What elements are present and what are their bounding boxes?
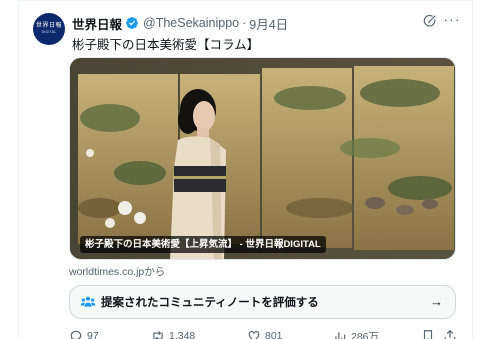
community-note-label: 提案されたコミュニティノートを評価する bbox=[101, 297, 319, 309]
avatar[interactable]: 世界日報 DIGITAL bbox=[33, 13, 65, 45]
views-count: 286万 bbox=[351, 331, 380, 339]
tweet-text: 彬子殿下の日本美術愛【コラム】 bbox=[72, 38, 260, 52]
reply-count: 97 bbox=[87, 330, 99, 339]
bookmark-icon bbox=[423, 330, 433, 339]
bookmark-button[interactable] bbox=[421, 329, 439, 339]
account-name[interactable]: 世界日報 bbox=[72, 14, 122, 33]
grok-icon[interactable] bbox=[423, 14, 437, 28]
like-button[interactable]: 801 bbox=[247, 329, 283, 339]
community-note-button[interactable]: 提案されたコミュニティノートを評価する → bbox=[69, 285, 456, 319]
views-button[interactable]: 286万 bbox=[333, 329, 379, 339]
header-separator: · bbox=[242, 16, 247, 30]
avatar-logo-subtext: DIGITAL bbox=[41, 30, 57, 35]
tweet-header: 世界日報 @TheSekainippo · 9月4日 bbox=[72, 14, 288, 32]
link-source[interactable]: worldtimes.co.jpから bbox=[69, 264, 165, 279]
verified-badge-icon[interactable] bbox=[125, 16, 139, 30]
media-caption: 彬子殿下の日本美術愛【上昇気流】 - 世界日報DIGITAL bbox=[80, 236, 326, 253]
divider bbox=[19, 0, 472, 1]
account-handle[interactable]: @TheSekainippo bbox=[143, 16, 239, 30]
reply-button[interactable]: 97 bbox=[69, 329, 99, 339]
share-icon bbox=[444, 329, 456, 339]
more-options-icon[interactable]: ··· bbox=[443, 10, 461, 28]
action-bar: 97 1,348 801 286万 bbox=[69, 329, 459, 339]
tweet-date[interactable]: 9月4日 bbox=[249, 14, 288, 33]
tweet-article[interactable]: 世界日報 DIGITAL 世界日報 @TheSekainippo · 9月4日 … bbox=[18, 0, 473, 339]
repost-count: 1,348 bbox=[169, 330, 196, 339]
media-card[interactable]: 彬子殿下の日本美術愛【上昇気流】 - 世界日報DIGITAL bbox=[69, 57, 456, 260]
repost-button[interactable]: 1,348 bbox=[151, 329, 195, 339]
like-count: 801 bbox=[265, 330, 283, 339]
avatar-logo-text: 世界日報 bbox=[35, 22, 62, 30]
share-button[interactable] bbox=[443, 329, 461, 339]
heart-icon bbox=[248, 331, 260, 339]
media-thumbnail-image bbox=[70, 58, 455, 259]
repost-icon bbox=[153, 330, 163, 339]
community-notes-icon bbox=[80, 296, 96, 307]
views-icon bbox=[335, 331, 346, 339]
reply-icon bbox=[70, 330, 82, 339]
arrow-right-icon: → bbox=[430, 294, 443, 309]
